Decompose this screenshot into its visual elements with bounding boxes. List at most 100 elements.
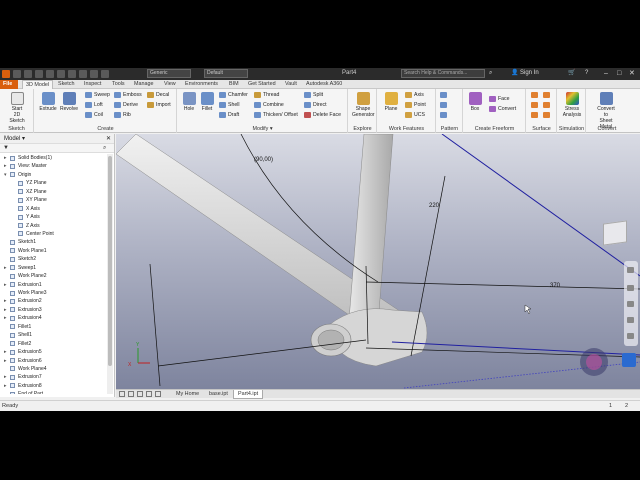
tree-expand-icon[interactable]: ▸ bbox=[4, 373, 7, 381]
surface-icon-5[interactable] bbox=[531, 111, 540, 119]
doc-tab-my-home[interactable]: My Home bbox=[172, 390, 203, 399]
tree-expand-icon[interactable]: ▸ bbox=[4, 264, 7, 272]
tree-item[interactable]: Work Plane1 bbox=[0, 247, 107, 255]
help-search-input[interactable]: Search Help & Commands... bbox=[401, 69, 485, 78]
box-button[interactable]: Box bbox=[464, 92, 486, 112]
tree-item[interactable]: ▸ Extrusion8 bbox=[0, 382, 107, 390]
mirror-icon[interactable] bbox=[440, 111, 449, 119]
tab-autodesk-a360[interactable]: Autodesk A360 bbox=[303, 80, 345, 89]
import-button[interactable]: Import bbox=[147, 101, 171, 109]
tree-expand-icon[interactable]: ▸ bbox=[4, 162, 7, 170]
doc-tab-base[interactable]: base.ipt bbox=[205, 390, 232, 399]
tab-inspect[interactable]: Inspect bbox=[81, 80, 104, 89]
tree-item[interactable]: Work Plane3 bbox=[0, 289, 107, 297]
undo-icon[interactable] bbox=[46, 70, 54, 78]
search-icon[interactable]: ⌕ bbox=[489, 69, 492, 78]
chamfer-button[interactable]: Chamfer bbox=[219, 91, 248, 99]
tree-item[interactable]: ▾ Origin bbox=[0, 171, 107, 179]
maximize-button[interactable]: □ bbox=[617, 69, 621, 78]
revolve-button[interactable]: Revolve bbox=[58, 92, 80, 112]
tree-expand-icon[interactable]: ▸ bbox=[4, 297, 7, 305]
tab-sketch[interactable]: Sketch bbox=[55, 80, 77, 89]
rectangular-pattern-icon[interactable] bbox=[440, 91, 449, 99]
stress-analysis-button[interactable]: Stress Analysis bbox=[561, 92, 583, 118]
list-icon[interactable] bbox=[146, 391, 152, 397]
tree-expand-icon[interactable]: ▸ bbox=[4, 314, 7, 322]
steering-wheel-icon[interactable] bbox=[627, 267, 634, 273]
tree-item[interactable]: Sketch2 bbox=[0, 255, 107, 263]
sweep-button[interactable]: Sweep bbox=[85, 91, 110, 99]
tab-environments[interactable]: Environments bbox=[182, 80, 221, 89]
tree-item[interactable]: ▸ Extrusion5 bbox=[0, 348, 107, 356]
tree-item[interactable]: ▸ View: Master bbox=[0, 162, 107, 170]
point-button[interactable]: Point bbox=[405, 101, 426, 109]
tree-item[interactable]: Center Point bbox=[0, 230, 107, 238]
select-icon[interactable] bbox=[90, 70, 98, 78]
dimension-370-label[interactable]: 370 bbox=[550, 283, 561, 289]
browser-search-icon[interactable]: ⌕ bbox=[103, 145, 106, 152]
decal-button[interactable]: Decal bbox=[147, 91, 169, 99]
doc-tab-part4[interactable]: Part4.ipt bbox=[233, 390, 264, 399]
dimension-220-label[interactable]: 220 bbox=[429, 203, 440, 209]
appearance-select[interactable]: Default bbox=[204, 69, 248, 78]
tab-view[interactable]: View bbox=[161, 80, 179, 89]
tree-item[interactable]: X Axis bbox=[0, 205, 107, 213]
tree-item[interactable]: Work Plane4 bbox=[0, 365, 107, 373]
combine-button[interactable]: Combine bbox=[254, 101, 284, 109]
surface-icon-4[interactable] bbox=[543, 101, 552, 109]
cart-icon[interactable]: 🛒 bbox=[568, 69, 575, 78]
arrange-icon[interactable] bbox=[137, 391, 143, 397]
delete-face-button[interactable]: Delete Face bbox=[304, 111, 341, 119]
derive-button[interactable]: Derive bbox=[114, 101, 138, 109]
tree-expand-icon[interactable]: ▸ bbox=[4, 306, 7, 314]
tree-item[interactable]: ▸ Extrusion7 bbox=[0, 373, 107, 381]
tree-item[interactable]: Shell1 bbox=[0, 331, 107, 339]
save-icon[interactable] bbox=[35, 70, 43, 78]
browser-close-button[interactable]: ✕ bbox=[106, 134, 111, 144]
home-icon[interactable] bbox=[68, 70, 76, 78]
start-2d-sketch-button[interactable]: Start 2D Sketch bbox=[6, 92, 28, 124]
tree-item[interactable]: ▸ Sweep1 bbox=[0, 264, 107, 272]
tree-expand-icon[interactable]: ▸ bbox=[4, 357, 7, 365]
sign-in-link[interactable]: Sign In bbox=[520, 70, 539, 76]
zoom-icon[interactable] bbox=[627, 301, 634, 307]
tree-item[interactable]: XZ Plane bbox=[0, 188, 107, 196]
tree-expand-icon[interactable]: ▸ bbox=[4, 154, 7, 162]
tile-windows-icon[interactable] bbox=[119, 391, 125, 397]
extrude-button[interactable]: Extrude bbox=[37, 92, 59, 112]
tab-manage[interactable]: Manage bbox=[131, 80, 156, 89]
tree-item[interactable]: Y Axis bbox=[0, 213, 107, 221]
tree-item[interactable]: End of Part bbox=[0, 390, 107, 394]
browser-title[interactable]: Model ▾ bbox=[4, 136, 25, 142]
help-icon[interactable]: ? bbox=[585, 69, 588, 78]
surface-icon-6[interactable] bbox=[543, 111, 552, 119]
tree-item[interactable]: ▸ Extrusion3 bbox=[0, 306, 107, 314]
tree-expand-icon[interactable]: ▸ bbox=[4, 281, 7, 289]
vertical-tube[interactable] bbox=[348, 134, 394, 325]
direct-button[interactable]: Direct bbox=[304, 101, 327, 109]
open-icon[interactable] bbox=[24, 70, 32, 78]
split-button[interactable]: Split bbox=[304, 91, 323, 99]
properties-icon[interactable] bbox=[79, 70, 87, 78]
browser-scrollbar[interactable] bbox=[107, 154, 113, 394]
fillet-button[interactable]: Fillet bbox=[196, 92, 218, 112]
plane-button[interactable]: Plane bbox=[380, 92, 402, 112]
material-select[interactable]: Generic bbox=[147, 69, 191, 78]
tree-item[interactable]: ▸ Extrusion1 bbox=[0, 281, 107, 289]
measure-icon[interactable] bbox=[101, 70, 109, 78]
shape-generator-button[interactable]: Shape Generator bbox=[352, 92, 375, 118]
dimension-angle-label[interactable]: (90,00) bbox=[254, 157, 273, 163]
ucs-button[interactable]: UCS bbox=[405, 111, 425, 119]
tree-item[interactable]: Fillet1 bbox=[0, 323, 107, 331]
convert-freeform-button[interactable]: Convert bbox=[489, 105, 516, 113]
cascade-icon[interactable] bbox=[128, 391, 134, 397]
scrollbar-thumb[interactable] bbox=[108, 156, 112, 366]
tab-get-started[interactable]: Get Started bbox=[245, 80, 279, 89]
rib-button[interactable]: Rib bbox=[114, 111, 131, 119]
tab-file[interactable]: File bbox=[0, 80, 18, 89]
orbit-icon[interactable] bbox=[627, 317, 634, 323]
tree-item[interactable]: ▸ Extrusion4 bbox=[0, 314, 107, 322]
modify-group-label[interactable]: Modify ▾ bbox=[178, 126, 347, 132]
face-button[interactable]: Face bbox=[489, 95, 510, 103]
look-at-icon[interactable] bbox=[627, 333, 634, 339]
